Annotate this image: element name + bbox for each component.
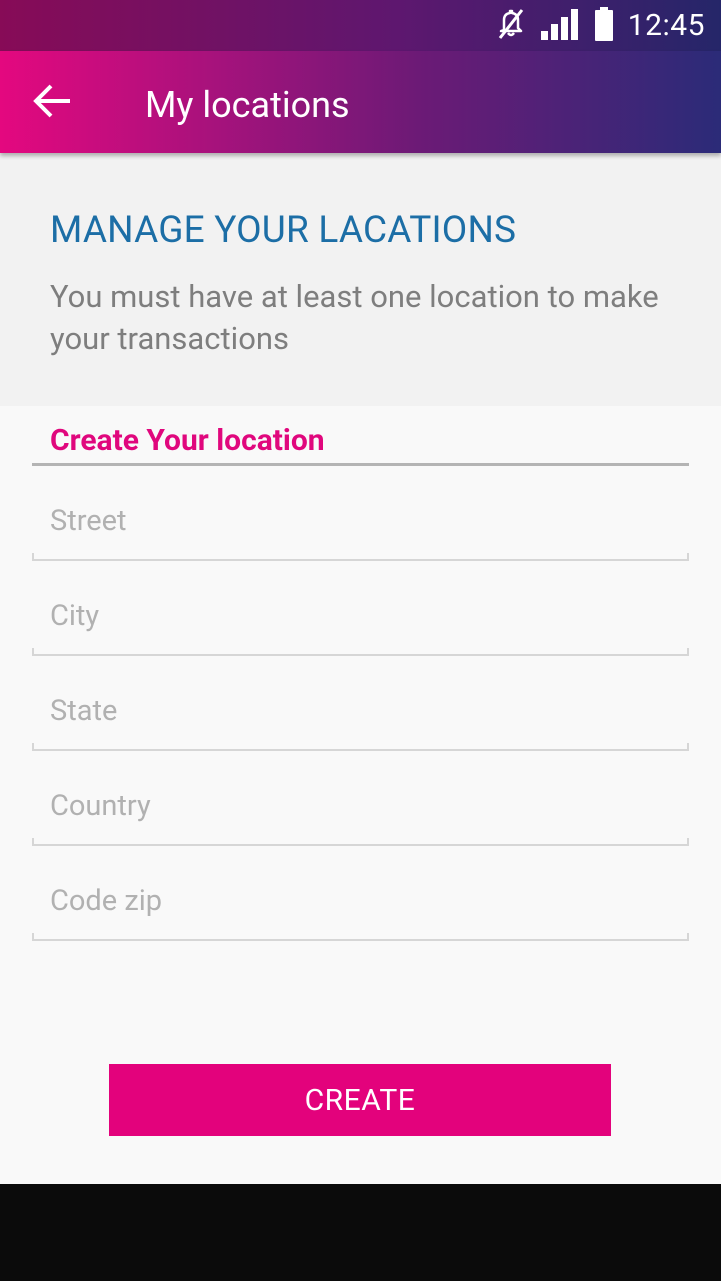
zip-code-underline [32, 933, 689, 941]
create-location-form: Create Your location Street City State C… [0, 406, 721, 1184]
signal-icon [540, 8, 580, 44]
page-title: My locations [145, 84, 350, 126]
manage-locations-header: MANAGE YOUR LACATIONS You must have at l… [0, 153, 721, 406]
arrow-back-icon [32, 81, 72, 125]
manage-locations-title: MANAGE YOUR LACATIONS [50, 209, 517, 252]
manage-locations-subtitle: You must have at least one location to m… [50, 278, 659, 357]
back-button[interactable] [22, 73, 82, 133]
city-field[interactable]: City [32, 596, 689, 656]
create-button[interactable]: CREATE [109, 1064, 611, 1136]
state-underline [32, 743, 689, 751]
heading-divider [32, 463, 689, 466]
status-icons: 12:45 [496, 7, 705, 45]
status-time: 12:45 [627, 8, 705, 43]
state-placeholder: State [50, 694, 118, 728]
app-bar: My locations [0, 51, 721, 153]
status-bar: 12:45 [0, 0, 721, 51]
city-placeholder: City [50, 599, 100, 633]
battery-icon [594, 7, 614, 45]
country-field[interactable]: Country [32, 786, 689, 846]
zip-code-placeholder: Code zip [50, 884, 163, 918]
zip-code-field[interactable]: Code zip [32, 881, 689, 941]
street-field[interactable]: Street [32, 501, 689, 561]
create-location-heading: Create Your location [50, 423, 325, 458]
street-underline [32, 553, 689, 561]
system-nav-bar [0, 1184, 721, 1281]
country-placeholder: Country [50, 789, 151, 823]
mute-icon [496, 8, 526, 44]
city-underline [32, 648, 689, 656]
country-underline [32, 838, 689, 846]
state-field[interactable]: State [32, 691, 689, 751]
street-placeholder: Street [50, 504, 127, 538]
